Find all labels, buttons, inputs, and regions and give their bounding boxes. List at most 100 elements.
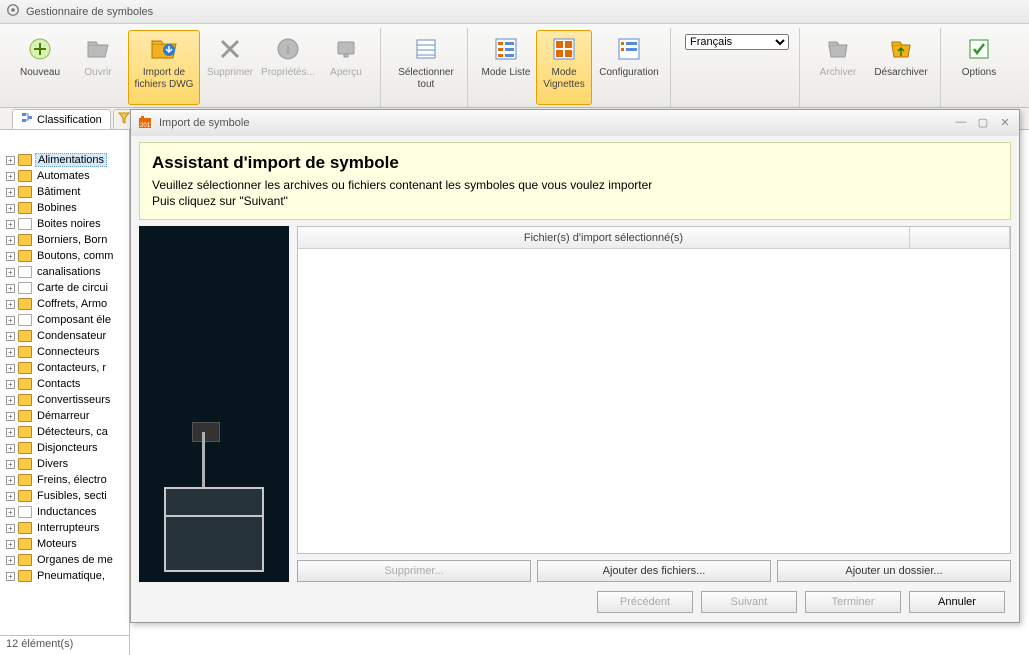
tree-item[interactable]: +Carte de circui: [2, 280, 129, 296]
tree-item[interactable]: +Composant éle: [2, 312, 129, 328]
expand-icon[interactable]: +: [6, 300, 15, 309]
ribbon-import-dwg[interactable]: Import de fichiers DWG: [128, 30, 200, 105]
ribbon-configuration[interactable]: Configuration: [594, 30, 664, 105]
ribbon-proprietes[interactable]: i Propriétés...: [260, 30, 316, 105]
ribbon-ouvrir[interactable]: Ouvrir: [70, 30, 126, 105]
dialog-heading: Assistant d'import de symbole: [152, 153, 998, 173]
unarchive-icon: [885, 33, 917, 65]
tree-item[interactable]: +Fusibles, secti: [2, 488, 129, 504]
tree-item[interactable]: +Pneumatique,: [2, 568, 129, 584]
tree-item[interactable]: +Alimentations: [2, 152, 129, 168]
expand-icon[interactable]: +: [6, 396, 15, 405]
tree-item[interactable]: +Inductances: [2, 504, 129, 520]
ribbon-desarchiver[interactable]: Désarchiver: [868, 30, 934, 105]
folder-icon: [18, 170, 32, 182]
ribbon-supprimer[interactable]: Supprimer: [202, 30, 258, 105]
tree-item[interactable]: +Bâtiment: [2, 184, 129, 200]
btn-suivant[interactable]: Suivant: [701, 591, 797, 613]
tree-item[interactable]: +Convertisseurs: [2, 392, 129, 408]
expand-icon[interactable]: +: [6, 252, 15, 261]
btn-annuler[interactable]: Annuler: [909, 591, 1005, 613]
preview-icon: [330, 33, 362, 65]
expand-icon[interactable]: +: [6, 220, 15, 229]
expand-icon[interactable]: +: [6, 204, 15, 213]
tree-item-label: Boutons, comm: [35, 250, 115, 262]
ribbon-mode-vignettes[interactable]: Mode Vignettes: [536, 30, 592, 105]
tree-item[interactable]: +Interrupteurs: [2, 520, 129, 536]
ribbon-archiver[interactable]: Archiver: [810, 30, 866, 105]
grid-header-files: Fichier(s) d'import sélectionné(s): [298, 227, 910, 249]
expand-icon[interactable]: +: [6, 412, 15, 421]
expand-icon[interactable]: +: [6, 460, 15, 469]
tree-item[interactable]: +Automates: [2, 168, 129, 184]
tree-item[interactable]: +canalisations: [2, 264, 129, 280]
tree-item[interactable]: +Divers: [2, 456, 129, 472]
expand-icon[interactable]: +: [6, 172, 15, 181]
expand-icon[interactable]: +: [6, 524, 15, 533]
ribbon-nouveau[interactable]: Nouveau: [12, 30, 68, 105]
tree-item[interactable]: +Détecteurs, ca: [2, 424, 129, 440]
tree-item[interactable]: +Coffrets, Armo: [2, 296, 129, 312]
expand-icon[interactable]: +: [6, 572, 15, 581]
dialog-titlebar[interactable]: 2017 Import de symbole — ▢ ✕: [131, 110, 1019, 136]
document-icon: [18, 218, 32, 230]
tree-item[interactable]: + Bobines: [2, 200, 129, 216]
ribbon-options[interactable]: Options: [951, 30, 1007, 105]
btn-terminer[interactable]: Terminer: [805, 591, 901, 613]
expand-icon[interactable]: +: [6, 540, 15, 549]
expand-icon[interactable]: +: [6, 364, 15, 373]
expand-icon[interactable]: +: [6, 268, 15, 277]
expand-icon[interactable]: +: [6, 284, 15, 293]
tree-item[interactable]: + Boutons, comm: [2, 248, 129, 264]
close-button[interactable]: ✕: [997, 116, 1013, 130]
tree-item[interactable]: +Connecteurs: [2, 344, 129, 360]
expand-icon[interactable]: +: [6, 444, 15, 453]
import-symbol-dialog: 2017 Import de symbole — ▢ ✕ Assistant d…: [130, 109, 1020, 623]
btn-ajouter-dossier[interactable]: Ajouter un dossier...: [777, 560, 1011, 582]
tree-item[interactable]: +Moteurs: [2, 536, 129, 552]
expand-icon[interactable]: +: [6, 348, 15, 357]
btn-ajouter-fichiers[interactable]: Ajouter des fichiers...: [537, 560, 771, 582]
tree-item[interactable]: +Boites noires: [2, 216, 129, 232]
maximize-button[interactable]: ▢: [975, 116, 991, 130]
tree-item[interactable]: +Contacts: [2, 376, 129, 392]
document-icon: [18, 506, 32, 518]
ribbon-select-tout[interactable]: Sélectionner tout: [391, 30, 461, 105]
expand-icon[interactable]: +: [6, 556, 15, 565]
tree-item[interactable]: +Freins, électro: [2, 472, 129, 488]
tree-item[interactable]: +Borniers, Born: [2, 232, 129, 248]
expand-icon[interactable]: +: [6, 316, 15, 325]
expand-icon[interactable]: +: [6, 380, 15, 389]
expand-icon[interactable]: +: [6, 428, 15, 437]
folder-icon: [18, 426, 32, 438]
btn-precedent[interactable]: Précédent: [597, 591, 693, 613]
expand-icon[interactable]: +: [6, 492, 15, 501]
tree-item[interactable]: +Disjoncteurs: [2, 440, 129, 456]
tree-icon: [21, 112, 33, 127]
tree-item[interactable]: + Contacteurs, r: [2, 360, 129, 376]
expand-icon[interactable]: +: [6, 508, 15, 517]
expand-icon[interactable]: +: [6, 476, 15, 485]
dialog-instruction-1: Veuillez sélectionner les archives ou fi…: [152, 177, 998, 193]
tree-item-label: Contacteurs, r: [35, 362, 108, 374]
tree-item-label: Bobines: [35, 202, 79, 214]
selected-files-grid[interactable]: Fichier(s) d'import sélectionné(s): [297, 226, 1011, 554]
tree-item[interactable]: +Organes de me: [2, 552, 129, 568]
expand-icon[interactable]: +: [6, 156, 15, 165]
app-title: Gestionnaire de symboles: [26, 6, 153, 18]
ribbon-apercu[interactable]: Aperçu: [318, 30, 374, 105]
classification-tree[interactable]: +Alimentations+Automates+Bâtiment + Bobine…: [0, 130, 129, 635]
expand-icon[interactable]: +: [6, 236, 15, 245]
folder-icon: [18, 234, 32, 246]
folder-icon: [18, 410, 32, 422]
btn-supprimer-file[interactable]: Supprimer...: [297, 560, 531, 582]
language-select[interactable]: Français: [685, 34, 789, 50]
expand-icon[interactable]: +: [6, 188, 15, 197]
tree-item[interactable]: +Démarreur: [2, 408, 129, 424]
tree-item[interactable]: +Condensateur: [2, 328, 129, 344]
tab-classification[interactable]: Classification: [12, 109, 111, 129]
expand-icon[interactable]: +: [6, 332, 15, 341]
ribbon-mode-liste[interactable]: Mode Liste: [478, 30, 534, 105]
document-icon: [18, 266, 32, 278]
minimize-button[interactable]: —: [953, 116, 969, 130]
